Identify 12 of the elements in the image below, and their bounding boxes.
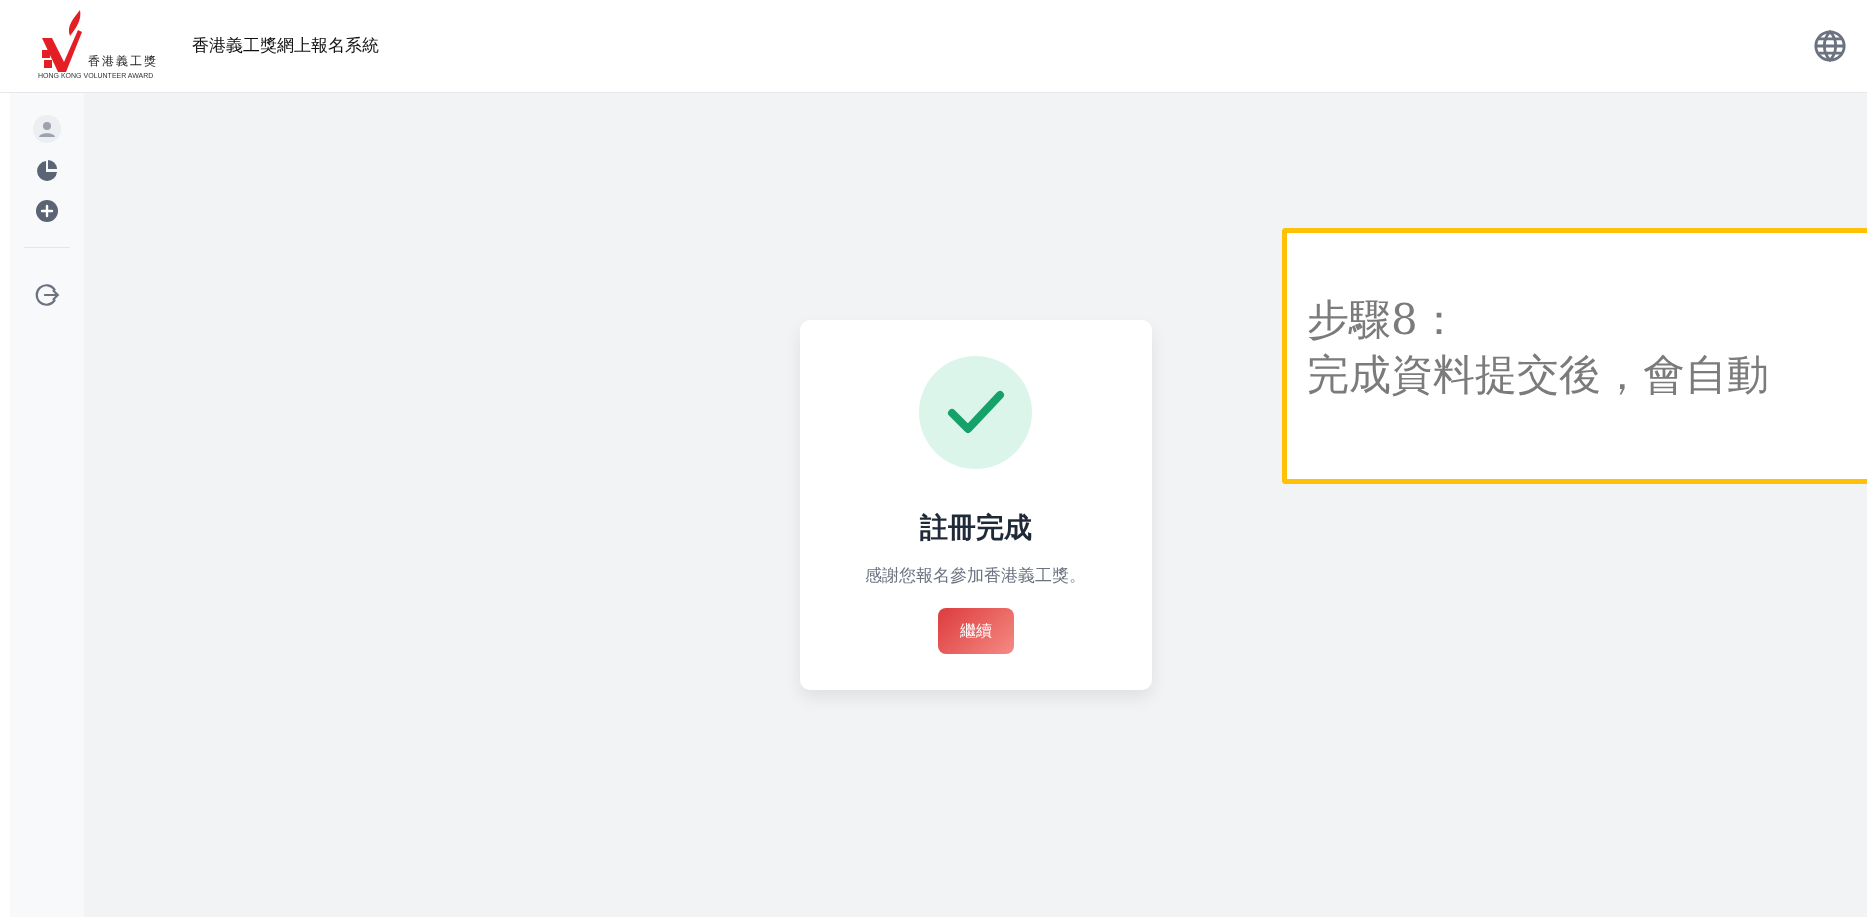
add-icon[interactable] — [35, 199, 59, 223]
callout-text: 完成資料提交後，會自動 — [1307, 348, 1770, 401]
logo-text: 香港義工獎 — [88, 53, 158, 70]
callout-step: 步驟8： — [1307, 293, 1867, 348]
continue-button[interactable]: 繼續 — [937, 608, 1014, 655]
app-title: 香港義工獎網上報名系統 — [192, 34, 379, 58]
card-message: 感謝您報名參加香港義工獎。 — [865, 563, 1086, 587]
logout-icon[interactable] — [34, 282, 60, 308]
pie-chart-icon[interactable] — [35, 159, 59, 183]
checkmark-icon — [945, 389, 1006, 436]
card-title: 註冊完成 — [919, 509, 1032, 546]
globe-icon[interactable] — [1813, 29, 1847, 63]
